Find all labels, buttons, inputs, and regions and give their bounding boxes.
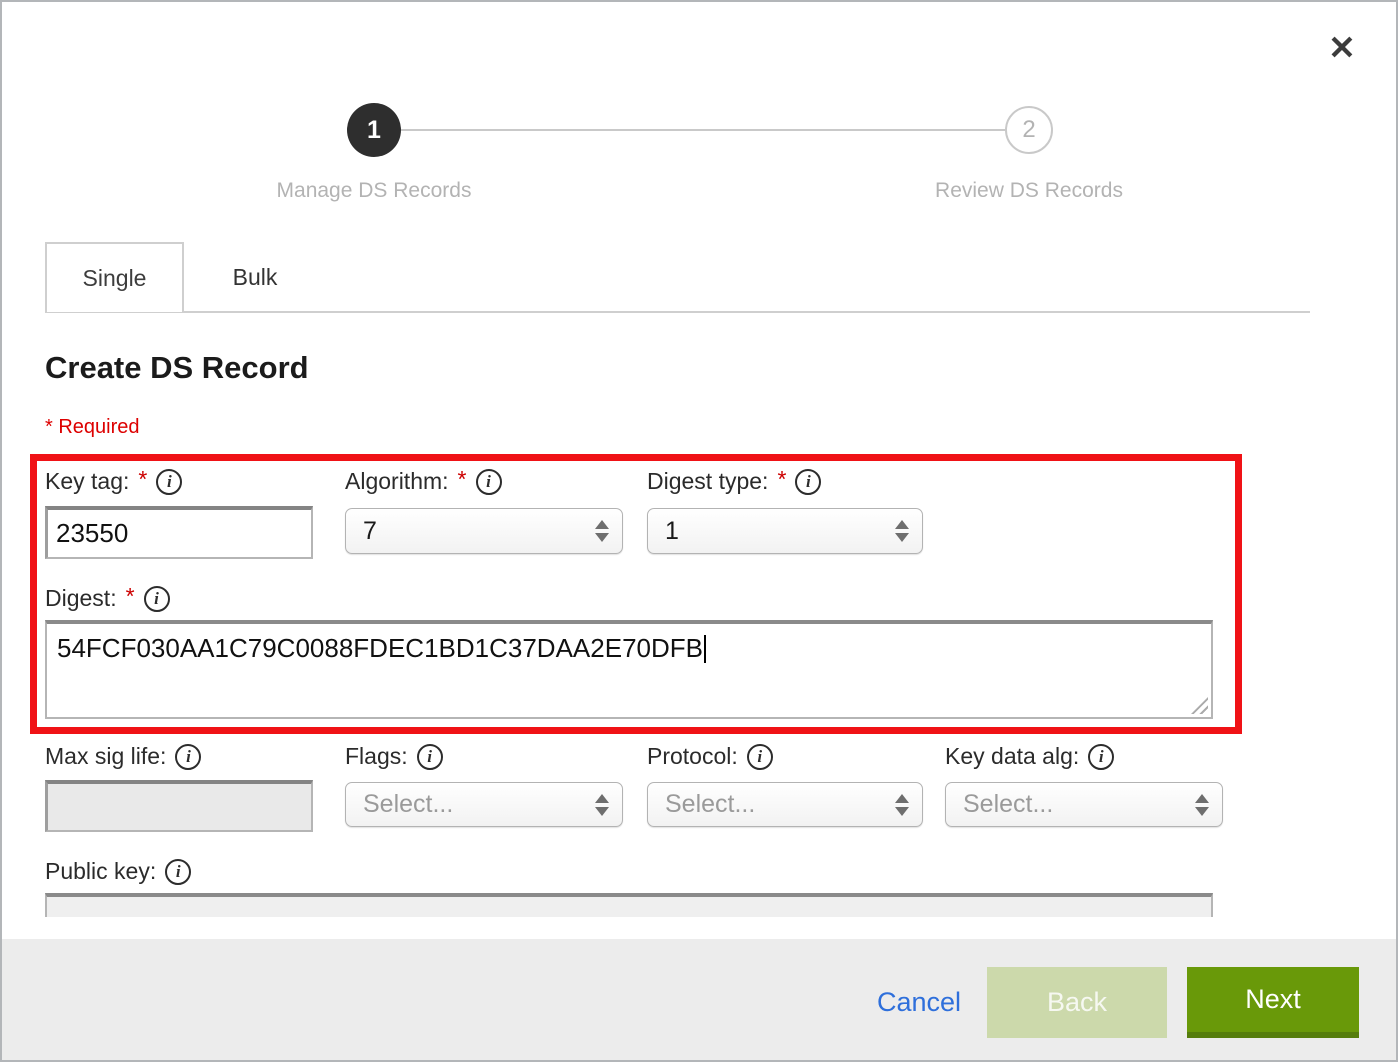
info-icon[interactable]: i xyxy=(417,744,443,770)
public-key-textarea[interactable] xyxy=(45,893,1213,917)
info-icon-glyph: i xyxy=(154,589,159,609)
select-arrows-icon xyxy=(895,794,909,816)
key-data-alg-label-row: Key data alg: i xyxy=(945,743,1114,770)
required-note: * Required xyxy=(45,416,140,439)
tab-single[interactable]: Single xyxy=(45,242,184,312)
digest-type-select[interactable]: 1 xyxy=(647,508,923,554)
info-icon-glyph: i xyxy=(176,862,181,882)
protocol-select-value: Select... xyxy=(665,790,755,819)
flags-label-row: Flags: i xyxy=(345,743,443,770)
max-sig-life-label-row: Max sig life: i xyxy=(45,743,201,770)
required-asterisk: * xyxy=(458,466,467,493)
key-data-alg-select[interactable]: Select... xyxy=(945,782,1223,827)
info-icon[interactable]: i xyxy=(747,744,773,770)
key-tag-label: Key tag: xyxy=(45,468,129,495)
info-icon-glyph: i xyxy=(186,747,191,767)
tab-bulk[interactable]: Bulk xyxy=(184,242,326,312)
public-key-label: Public key: xyxy=(45,858,156,885)
resize-handle-icon[interactable] xyxy=(1191,697,1208,714)
footer: Cancel Back Next xyxy=(2,939,1396,1060)
public-key-label-row: Public key: i xyxy=(45,858,191,885)
required-asterisk: * xyxy=(138,466,147,493)
flags-select-value: Select... xyxy=(363,790,453,819)
max-sig-life-input[interactable] xyxy=(45,780,313,832)
info-icon[interactable]: i xyxy=(476,469,502,495)
cancel-button[interactable]: Cancel xyxy=(859,967,979,1038)
protocol-select[interactable]: Select... xyxy=(647,782,923,827)
select-arrows-icon xyxy=(595,794,609,816)
info-icon-glyph: i xyxy=(806,472,811,492)
key-tag-input[interactable] xyxy=(45,506,313,559)
digest-type-select-value: 1 xyxy=(665,517,679,546)
digest-label: Digest: xyxy=(45,585,117,612)
close-icon[interactable]: ✕ xyxy=(1320,26,1364,70)
info-icon[interactable]: i xyxy=(165,859,191,885)
info-icon[interactable]: i xyxy=(175,744,201,770)
max-sig-life-label: Max sig life: xyxy=(45,743,166,770)
info-icon-glyph: i xyxy=(486,472,491,492)
select-arrows-icon xyxy=(895,520,909,542)
info-icon[interactable]: i xyxy=(1088,744,1114,770)
create-ds-record-dialog: ✕ 1 2 Manage DS Records Review DS Record… xyxy=(0,0,1398,1062)
key-data-alg-label: Key data alg: xyxy=(945,743,1079,770)
protocol-label: Protocol: xyxy=(647,743,738,770)
page-title: Create DS Record xyxy=(45,350,309,386)
info-icon[interactable]: i xyxy=(156,469,182,495)
info-icon-glyph: i xyxy=(1099,747,1104,767)
algorithm-select[interactable]: 7 xyxy=(345,508,623,554)
info-icon[interactable]: i xyxy=(144,586,170,612)
info-icon[interactable]: i xyxy=(795,469,821,495)
step-2-label: Review DS Records xyxy=(829,179,1229,203)
key-tag-label-row: Key tag: * i xyxy=(45,468,182,495)
digest-type-label-row: Digest type: * i xyxy=(647,468,821,495)
digest-textarea[interactable]: 54FCF030AA1C79C0088FDEC1BD1C37DAA2E70DFB xyxy=(45,620,1213,719)
select-arrows-icon xyxy=(595,520,609,542)
info-icon-glyph: i xyxy=(167,472,172,492)
step-2-indicator: 2 xyxy=(1005,106,1053,154)
next-button[interactable]: Next xyxy=(1187,967,1359,1038)
key-data-alg-select-value: Select... xyxy=(963,790,1053,819)
info-icon-glyph: i xyxy=(427,747,432,767)
required-asterisk: * xyxy=(777,466,786,493)
protocol-label-row: Protocol: i xyxy=(647,743,773,770)
flags-select[interactable]: Select... xyxy=(345,782,623,827)
select-arrows-icon xyxy=(1195,794,1209,816)
flags-label: Flags: xyxy=(345,743,408,770)
back-button[interactable]: Back xyxy=(987,967,1167,1038)
text-caret xyxy=(704,635,706,663)
algorithm-select-value: 7 xyxy=(363,517,377,546)
digest-value: 54FCF030AA1C79C0088FDEC1BD1C37DAA2E70DFB xyxy=(57,633,703,663)
digest-type-label: Digest type: xyxy=(647,468,768,495)
algorithm-label-row: Algorithm: * i xyxy=(345,468,502,495)
step-1-indicator: 1 xyxy=(347,103,401,157)
stepper-connector xyxy=(400,129,1007,131)
step-1-label: Manage DS Records xyxy=(174,179,574,203)
algorithm-label: Algorithm: xyxy=(345,468,449,495)
info-icon-glyph: i xyxy=(757,747,762,767)
required-asterisk: * xyxy=(126,583,135,610)
digest-label-row: Digest: * i xyxy=(45,585,170,612)
